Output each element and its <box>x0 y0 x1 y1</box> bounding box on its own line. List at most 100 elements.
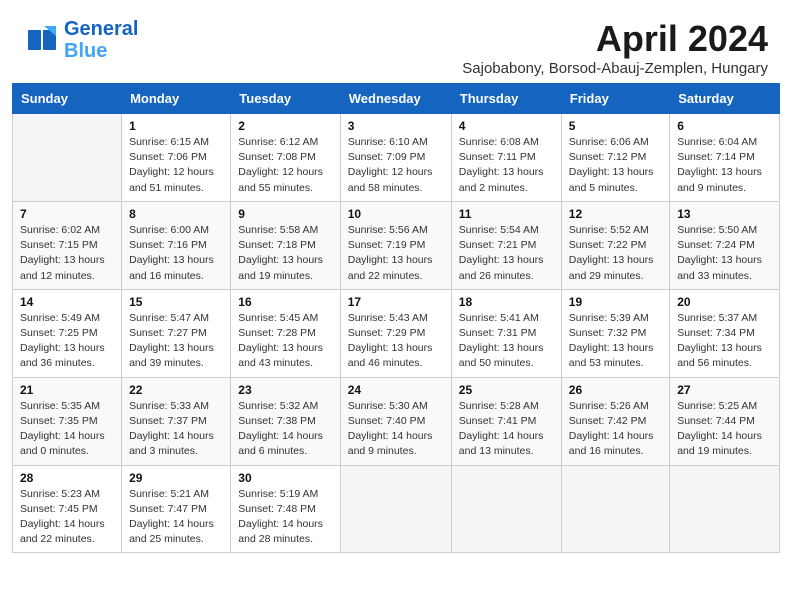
day-number: 25 <box>459 383 554 397</box>
calendar-day: 15Sunrise: 5:47 AM Sunset: 7:27 PM Dayli… <box>122 289 231 377</box>
calendar-week-1: 1 Sunrise: 6:15 AM Sunset: 7:06 PM Daylig… <box>13 114 780 202</box>
calendar-day: 13 Sunrise: 5:50 AM Sunset: 7:24 PM Dayli… <box>670 201 780 289</box>
col-header-friday: Friday <box>561 84 669 114</box>
day-detail: Sunrise: 5:37 AM Sunset: 7:34 PM Dayligh… <box>677 311 772 372</box>
calendar-day <box>340 465 451 553</box>
day-number: 27 <box>677 383 772 397</box>
day-number: 24 <box>348 383 444 397</box>
month-title: April 2024 <box>462 18 768 60</box>
calendar-day <box>561 465 669 553</box>
calendar-day: 28 Sunrise: 5:23 AM Sunset: 7:45 PM Dayli… <box>13 465 122 553</box>
day-number: 12 <box>569 207 662 221</box>
day-number: 8 <box>129 207 223 221</box>
calendar-week-5: 28 Sunrise: 5:23 AM Sunset: 7:45 PM Dayli… <box>13 465 780 553</box>
calendar-day: 17 Sunrise: 5:43 AM Sunset: 7:29 PM Dayli… <box>340 289 451 377</box>
col-header-sunday: Sunday <box>13 84 122 114</box>
title-block: April 2024 Sajobabony, Borsod-Abauj-Zemp… <box>462 18 768 77</box>
calendar-day <box>13 114 122 202</box>
calendar-day: 9Sunrise: 5:58 AM Sunset: 7:18 PM Daylig… <box>231 201 340 289</box>
day-detail: Sunrise: 5:32 AM Sunset: 7:38 PM Dayligh… <box>238 399 332 460</box>
day-detail: Sunrise: 5:28 AM Sunset: 7:41 PM Dayligh… <box>459 399 554 460</box>
day-number: 19 <box>569 295 662 309</box>
day-detail: Sunrise: 5:54 AM Sunset: 7:21 PM Dayligh… <box>459 223 554 284</box>
day-number: 4 <box>459 119 554 133</box>
day-number: 18 <box>459 295 554 309</box>
calendar-day: 29Sunrise: 5:21 AM Sunset: 7:47 PM Dayli… <box>122 465 231 553</box>
day-number: 21 <box>20 383 114 397</box>
day-detail: Sunrise: 5:45 AM Sunset: 7:28 PM Dayligh… <box>238 311 332 372</box>
day-detail: Sunrise: 5:30 AM Sunset: 7:40 PM Dayligh… <box>348 399 444 460</box>
calendar-day: 22Sunrise: 5:33 AM Sunset: 7:37 PM Dayli… <box>122 377 231 465</box>
calendar-header-row: SundayMondayTuesdayWednesdayThursdayFrid… <box>13 84 780 114</box>
day-detail: Sunrise: 5:25 AM Sunset: 7:44 PM Dayligh… <box>677 399 772 460</box>
day-detail: Sunrise: 6:06 AM Sunset: 7:12 PM Dayligh… <box>569 135 662 196</box>
calendar-day: 24 Sunrise: 5:30 AM Sunset: 7:40 PM Dayli… <box>340 377 451 465</box>
calendar-day: 26 Sunrise: 5:26 AM Sunset: 7:42 PM Dayli… <box>561 377 669 465</box>
day-detail: Sunrise: 5:58 AM Sunset: 7:18 PM Dayligh… <box>238 223 332 284</box>
day-number: 11 <box>459 207 554 221</box>
day-number: 22 <box>129 383 223 397</box>
day-number: 17 <box>348 295 444 309</box>
day-number: 20 <box>677 295 772 309</box>
logo-text: General Blue <box>64 18 138 62</box>
calendar-week-3: 14Sunrise: 5:49 AM Sunset: 7:25 PM Dayli… <box>13 289 780 377</box>
day-detail: Sunrise: 5:19 AM Sunset: 7:48 PM Dayligh… <box>238 487 332 548</box>
col-header-monday: Monday <box>122 84 231 114</box>
calendar-day <box>670 465 780 553</box>
day-number: 15 <box>129 295 223 309</box>
day-detail: Sunrise: 6:08 AM Sunset: 7:11 PM Dayligh… <box>459 135 554 196</box>
logo-icon <box>24 22 60 58</box>
day-number: 16 <box>238 295 332 309</box>
day-number: 23 <box>238 383 332 397</box>
col-header-wednesday: Wednesday <box>340 84 451 114</box>
calendar-day: 20 Sunrise: 5:37 AM Sunset: 7:34 PM Dayli… <box>670 289 780 377</box>
day-number: 28 <box>20 471 114 485</box>
calendar-day: 16 Sunrise: 5:45 AM Sunset: 7:28 PM Dayli… <box>231 289 340 377</box>
day-number: 13 <box>677 207 772 221</box>
calendar-day: 19 Sunrise: 5:39 AM Sunset: 7:32 PM Dayli… <box>561 289 669 377</box>
calendar-week-4: 21Sunrise: 5:35 AM Sunset: 7:35 PM Dayli… <box>13 377 780 465</box>
calendar-day: 12 Sunrise: 5:52 AM Sunset: 7:22 PM Dayli… <box>561 201 669 289</box>
day-detail: Sunrise: 5:26 AM Sunset: 7:42 PM Dayligh… <box>569 399 662 460</box>
calendar-day: 7Sunrise: 6:02 AM Sunset: 7:15 PM Daylig… <box>13 201 122 289</box>
calendar-day: 14Sunrise: 5:49 AM Sunset: 7:25 PM Dayli… <box>13 289 122 377</box>
day-detail: Sunrise: 5:49 AM Sunset: 7:25 PM Dayligh… <box>20 311 114 372</box>
page-header: General Blue April 2024 Sajobabony, Bors… <box>0 0 792 83</box>
day-detail: Sunrise: 5:56 AM Sunset: 7:19 PM Dayligh… <box>348 223 444 284</box>
calendar-day: 23 Sunrise: 5:32 AM Sunset: 7:38 PM Dayli… <box>231 377 340 465</box>
day-number: 1 <box>129 119 223 133</box>
day-detail: Sunrise: 5:50 AM Sunset: 7:24 PM Dayligh… <box>677 223 772 284</box>
day-detail: Sunrise: 5:39 AM Sunset: 7:32 PM Dayligh… <box>569 311 662 372</box>
day-detail: Sunrise: 6:10 AM Sunset: 7:09 PM Dayligh… <box>348 135 444 196</box>
calendar-week-2: 7Sunrise: 6:02 AM Sunset: 7:15 PM Daylig… <box>13 201 780 289</box>
calendar-day: 18Sunrise: 5:41 AM Sunset: 7:31 PM Dayli… <box>451 289 561 377</box>
calendar-day: 11 Sunrise: 5:54 AM Sunset: 7:21 PM Dayli… <box>451 201 561 289</box>
location-subtitle: Sajobabony, Borsod-Abauj-Zemplen, Hungar… <box>462 60 768 77</box>
col-header-tuesday: Tuesday <box>231 84 340 114</box>
day-detail: Sunrise: 6:04 AM Sunset: 7:14 PM Dayligh… <box>677 135 772 196</box>
day-number: 29 <box>129 471 223 485</box>
day-detail: Sunrise: 6:12 AM Sunset: 7:08 PM Dayligh… <box>238 135 332 196</box>
day-detail: Sunrise: 5:43 AM Sunset: 7:29 PM Dayligh… <box>348 311 444 372</box>
calendar-day: 1 Sunrise: 6:15 AM Sunset: 7:06 PM Daylig… <box>122 114 231 202</box>
day-number: 30 <box>238 471 332 485</box>
calendar-day: 25 Sunrise: 5:28 AM Sunset: 7:41 PM Dayli… <box>451 377 561 465</box>
calendar-day: 8 Sunrise: 6:00 AM Sunset: 7:16 PM Daylig… <box>122 201 231 289</box>
calendar-day: 30 Sunrise: 5:19 AM Sunset: 7:48 PM Dayli… <box>231 465 340 553</box>
calendar-day: 27 Sunrise: 5:25 AM Sunset: 7:44 PM Dayli… <box>670 377 780 465</box>
calendar-day: 10Sunrise: 5:56 AM Sunset: 7:19 PM Dayli… <box>340 201 451 289</box>
day-detail: Sunrise: 5:52 AM Sunset: 7:22 PM Dayligh… <box>569 223 662 284</box>
day-detail: Sunrise: 6:15 AM Sunset: 7:06 PM Dayligh… <box>129 135 223 196</box>
calendar-table: SundayMondayTuesdayWednesdayThursdayFrid… <box>12 83 780 553</box>
day-number: 6 <box>677 119 772 133</box>
col-header-saturday: Saturday <box>670 84 780 114</box>
day-number: 2 <box>238 119 332 133</box>
col-header-thursday: Thursday <box>451 84 561 114</box>
day-number: 26 <box>569 383 662 397</box>
day-detail: Sunrise: 6:00 AM Sunset: 7:16 PM Dayligh… <box>129 223 223 284</box>
calendar-day: 21Sunrise: 5:35 AM Sunset: 7:35 PM Dayli… <box>13 377 122 465</box>
calendar-day <box>451 465 561 553</box>
calendar-wrapper: SundayMondayTuesdayWednesdayThursdayFrid… <box>0 83 792 565</box>
calendar-day: 2 Sunrise: 6:12 AM Sunset: 7:08 PM Daylig… <box>231 114 340 202</box>
day-detail: Sunrise: 5:23 AM Sunset: 7:45 PM Dayligh… <box>20 487 114 548</box>
